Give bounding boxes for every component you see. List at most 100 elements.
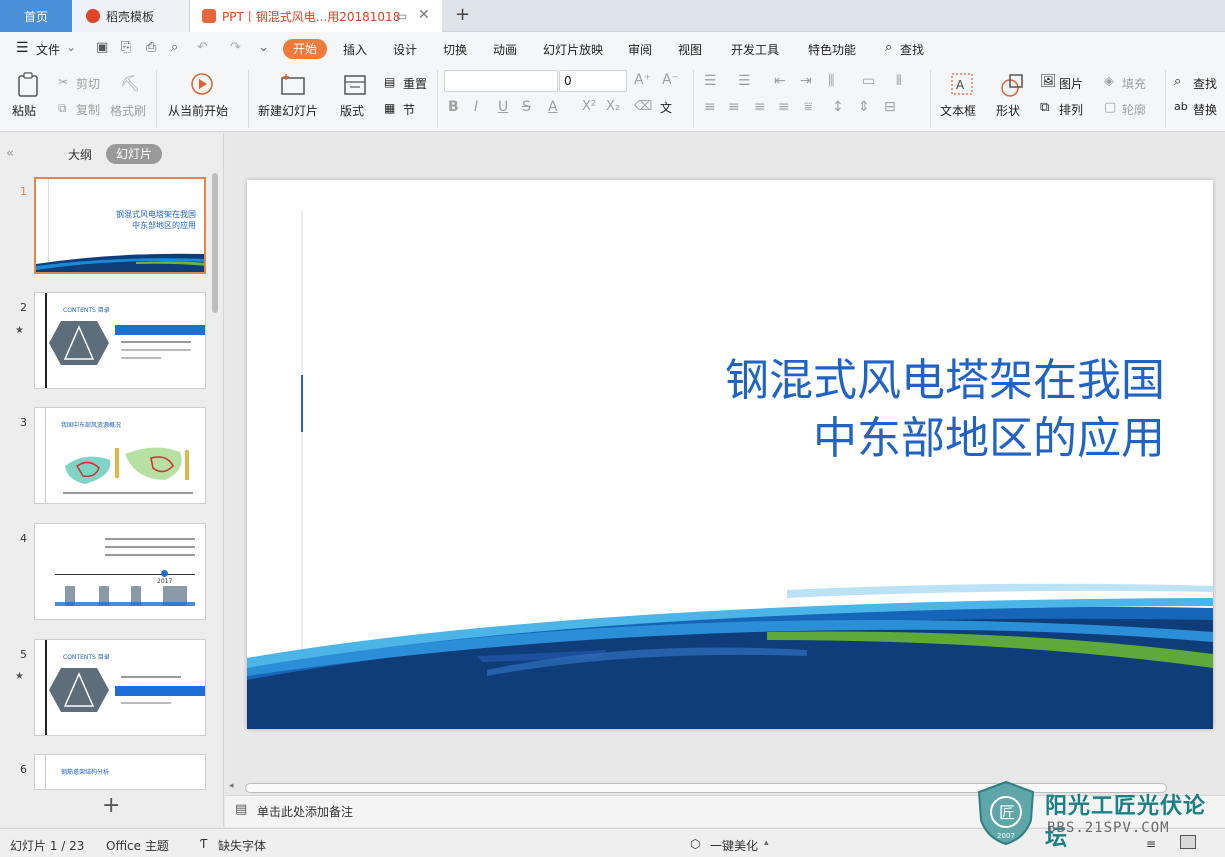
font-color-icon[interactable]: A: [548, 99, 558, 115]
print-icon[interactable]: ⎙: [146, 40, 156, 55]
add-slide-icon[interactable]: +: [102, 793, 120, 818]
slide-thumbnail-2[interactable]: CONTENTS 目录: [34, 292, 206, 389]
menu-file[interactable]: 文件: [36, 41, 60, 58]
subscript-icon[interactable]: X₂: [606, 99, 620, 114]
paragraph-spacing-icon[interactable]: ⇕: [858, 99, 870, 115]
save-icon[interactable]: ▣: [96, 40, 108, 55]
tab-home[interactable]: 首页: [0, 0, 72, 32]
arrange-button[interactable]: 排列: [1059, 101, 1083, 118]
justify-icon[interactable]: ≡: [778, 99, 790, 115]
decrease-font-icon[interactable]: A⁻: [662, 72, 679, 88]
menu-developer[interactable]: 开发工具: [731, 41, 779, 58]
menu-animation[interactable]: 动画: [493, 41, 517, 58]
play-from-current-icon[interactable]: [190, 72, 214, 96]
outline-button[interactable]: 轮廓: [1122, 101, 1146, 118]
copy-icon[interactable]: ⧉: [58, 101, 67, 116]
paste-button[interactable]: 粘贴: [12, 102, 36, 119]
menu-review[interactable]: 审阅: [628, 41, 652, 58]
shape-icon[interactable]: [1000, 72, 1026, 98]
new-slide-icon[interactable]: [280, 72, 306, 96]
search-icon[interactable]: ⌕: [885, 40, 892, 55]
chevron-up-icon[interactable]: ▴: [764, 838, 769, 848]
font-size-select[interactable]: 0: [559, 70, 627, 92]
fill-button[interactable]: 填充: [1122, 75, 1146, 92]
shape-button[interactable]: 形状: [996, 102, 1020, 119]
tab-slides[interactable]: 幻灯片: [106, 144, 162, 164]
missing-font-button[interactable]: 缺失字体: [218, 837, 266, 854]
arrange-icon[interactable]: ⧉: [1040, 100, 1049, 115]
align-left-icon[interactable]: ≡: [704, 99, 716, 115]
fill-icon[interactable]: ◈: [1104, 74, 1114, 89]
undo-icon[interactable]: ↶: [197, 40, 208, 55]
strikethrough-icon[interactable]: S: [522, 99, 531, 115]
customize-icon[interactable]: ⌄: [258, 40, 269, 55]
columns-icon[interactable]: ⫴: [896, 73, 902, 89]
menu-view[interactable]: 视图: [678, 41, 702, 58]
replace-icon[interactable]: ab: [1174, 100, 1188, 113]
align-right-icon[interactable]: ≡: [754, 99, 766, 115]
bold-icon[interactable]: B: [448, 99, 459, 115]
menu-features[interactable]: 特色功能: [808, 41, 856, 58]
export-icon[interactable]: ⎘: [121, 40, 131, 55]
find-icon[interactable]: ⌕: [1174, 74, 1181, 89]
numbered-list-icon[interactable]: ☰: [738, 73, 751, 89]
reset-button[interactable]: 重置: [403, 75, 427, 92]
new-tab-icon[interactable]: +: [455, 4, 470, 25]
thumbnail-scrollbar[interactable]: [212, 173, 218, 313]
menu-transition[interactable]: 切换: [443, 41, 467, 58]
reset-icon[interactable]: ▤: [384, 75, 395, 89]
picture-button[interactable]: 图片: [1059, 75, 1083, 92]
copy-button[interactable]: 复制: [76, 101, 100, 118]
cut-icon[interactable]: ✂: [58, 75, 68, 89]
outline-icon[interactable]: ▢: [1104, 100, 1116, 115]
text-box-icon[interactable]: A: [950, 72, 974, 96]
new-slide-button[interactable]: 新建幻灯片: [258, 102, 318, 119]
cut-button[interactable]: 剪切: [76, 75, 100, 92]
slide-thumbnail-5[interactable]: CONTENTS 目录: [34, 639, 206, 736]
slide-thumbnail-4[interactable]: 2017: [34, 523, 206, 620]
font-family-select[interactable]: [444, 70, 558, 92]
menu-find[interactable]: 查找: [900, 41, 924, 58]
superscript-icon[interactable]: X²: [582, 99, 596, 114]
slide-thumbnail-6[interactable]: 钢筋塔架结构分析: [34, 754, 206, 790]
italic-icon[interactable]: I: [474, 99, 478, 115]
picture-icon[interactable]: 🖼: [1040, 74, 1057, 89]
slide-title[interactable]: 钢混式风电塔架在我国 中东部地区的应用: [725, 352, 1165, 468]
line-spacing-icon[interactable]: ↕: [832, 99, 844, 115]
chevron-down-icon[interactable]: ⌄: [66, 40, 76, 54]
print-preview-icon[interactable]: ⌕: [171, 40, 178, 55]
collapse-panel-icon[interactable]: «: [6, 146, 14, 161]
hamburger-icon[interactable]: ☰: [16, 40, 29, 56]
menu-design[interactable]: 设计: [393, 41, 417, 58]
close-tab-icon[interactable]: ✕: [418, 7, 430, 23]
beautify-button[interactable]: 一键美化: [710, 837, 758, 854]
scroll-left-icon[interactable]: ◂: [229, 781, 234, 791]
missing-font-icon[interactable]: Ƭ: [200, 837, 207, 851]
clear-format-icon[interactable]: ⌫: [634, 99, 652, 114]
bullet-list-icon[interactable]: ☰: [704, 73, 717, 89]
layout-icon[interactable]: [343, 74, 367, 96]
text-direction-icon[interactable]: ⫼: [828, 73, 834, 89]
section-button[interactable]: 节: [403, 101, 415, 118]
from-current-button[interactable]: 从当前开始: [168, 102, 228, 119]
decrease-indent-icon[interactable]: ⇤: [774, 73, 786, 89]
tab-document[interactable]: PPT丨钢混式风电...用20181018 ▭ ✕: [190, 0, 442, 32]
menu-slideshow[interactable]: 幻灯片放映: [543, 41, 603, 58]
format-painter-button[interactable]: 格式刷: [110, 102, 146, 119]
format-painter-icon[interactable]: ⛏: [120, 74, 140, 93]
slide-thumbnail-1[interactable]: 钢混式风电塔架在我国 中东部地区的应用: [34, 177, 206, 274]
align-center-icon[interactable]: ≡: [728, 99, 740, 115]
increase-indent-icon[interactable]: ⇥: [800, 73, 812, 89]
section-icon[interactable]: ▦: [384, 101, 395, 115]
underline-icon[interactable]: U: [498, 99, 508, 115]
find-button[interactable]: 查找: [1193, 75, 1217, 92]
current-slide[interactable]: 钢混式风电塔架在我国 中东部地区的应用: [247, 180, 1213, 729]
phonetic-icon[interactable]: 文: [660, 99, 672, 116]
align-text-icon[interactable]: ▭: [862, 73, 875, 89]
tab-docer-templates[interactable]: 稻壳模板: [72, 0, 190, 32]
notes-placeholder[interactable]: 单击此处添加备注: [257, 803, 353, 820]
distribute-icon[interactable]: ⩸: [804, 99, 813, 115]
tab-outline[interactable]: 大纲: [68, 146, 92, 163]
theme-name[interactable]: Office 主题: [106, 837, 169, 854]
menu-home-start[interactable]: 开始: [283, 39, 327, 59]
